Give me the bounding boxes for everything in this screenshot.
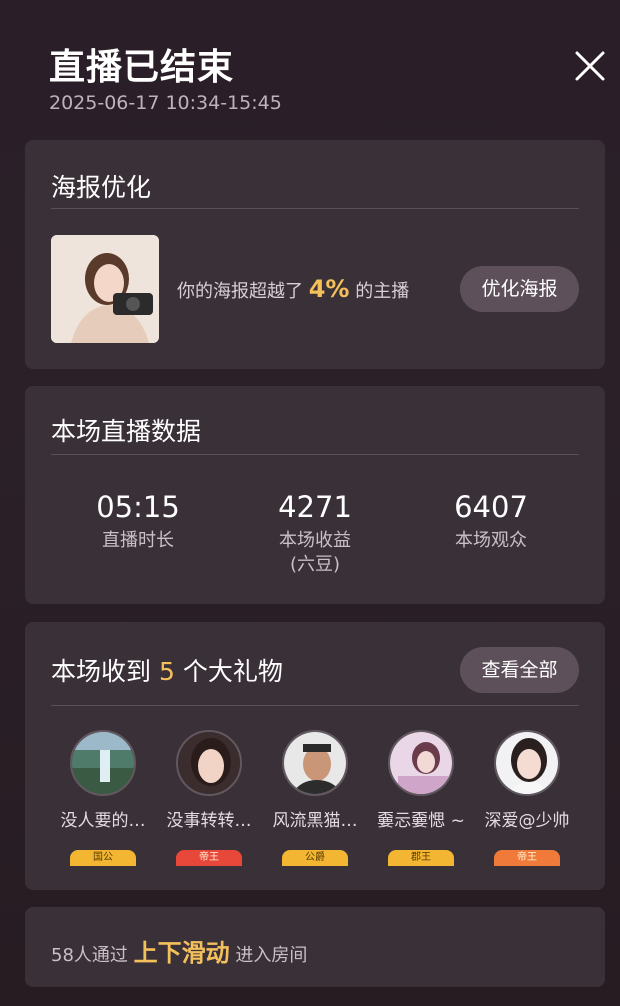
stat-unit: (六豆) — [289, 554, 341, 575]
poster-optimize-card: 海报优化 你的海报超越了 4% 的主播 优化海报 — [25, 140, 605, 369]
optimize-poster-button[interactable]: 优化海报 — [460, 266, 579, 312]
gift-sender[interactable]: 深爱@少帅 — [474, 730, 580, 831]
stats-heading: 本场直播数据 — [51, 417, 202, 446]
stat-value: 6407 — [454, 490, 528, 524]
rank-badge-label: 郡王 — [411, 852, 431, 863]
poster-percent: 4% — [308, 275, 350, 303]
enter-text-after: 进入房间 — [235, 945, 308, 966]
gifts-heading: 本场收到 5 个大礼物 — [51, 652, 283, 688]
poster-text-after: 的主播 — [355, 281, 410, 302]
gift-sender-name: 没人要的… — [60, 811, 146, 831]
stat-value: 05:15 — [96, 490, 180, 524]
avatar — [388, 730, 454, 796]
view-all-button[interactable]: 查看全部 — [460, 647, 579, 693]
divider — [51, 208, 579, 209]
avatar — [176, 730, 242, 796]
poster-text-before: 你的海报超越了 — [177, 281, 303, 302]
gift-sender[interactable]: 风流黑猫… — [262, 730, 368, 831]
stat-label: 直播时长 — [102, 530, 174, 551]
poster-heading: 海报优化 — [51, 173, 152, 202]
stat-duration: 05:15 直播时长 — [58, 489, 218, 553]
gift-sender[interactable]: 没事转转… — [156, 730, 262, 831]
gift-sender-name: 嫑忈嫑愢 ~ — [377, 811, 465, 831]
live-time-range: 2025-06-17 10:34-15:45 — [49, 92, 282, 114]
gift-sender[interactable]: 没人要的… — [50, 730, 156, 831]
poster-thumbnail[interactable] — [51, 235, 159, 343]
enter-highlight: 上下滑动 — [133, 939, 230, 967]
rank-badge: 郡王 — [388, 850, 454, 866]
stat-earnings: 4271 本场收益 (六豆) — [235, 489, 395, 577]
rank-badge: 帝王 — [494, 850, 560, 866]
divider — [51, 454, 579, 455]
rank-badge-label: 国公 — [93, 852, 113, 863]
avatar — [70, 730, 136, 796]
avatar — [494, 730, 560, 796]
header: 直播已结束 2025-06-17 10:34-15:45 — [0, 0, 620, 130]
gifts-heading-before: 本场收到 — [51, 657, 152, 686]
stat-label: 本场收益 — [279, 530, 351, 551]
rank-badge: 公爵 — [282, 850, 348, 866]
gift-sender-name: 没事转转… — [166, 811, 252, 831]
enter-text-before: 58人通过 — [51, 945, 128, 966]
gift-sender-name: 深爱@少帅 — [484, 811, 570, 831]
close-button[interactable] — [572, 48, 608, 84]
enter-room-text: 58人通过 上下滑动 进入房间 — [51, 933, 307, 968]
live-stats-card: 本场直播数据 05:15 直播时长 4271 本场收益 (六豆) 6407 本场… — [25, 386, 605, 604]
divider — [51, 705, 579, 706]
gift-sender[interactable]: 嫑忈嫑愢 ~ — [368, 730, 474, 831]
rank-badge: 国公 — [70, 850, 136, 866]
stat-value: 4271 — [278, 490, 352, 524]
gifts-heading-after: 个大礼物 — [182, 657, 283, 686]
page-title: 直播已结束 — [49, 47, 235, 88]
poster-image — [51, 235, 159, 343]
enter-room-card: 58人通过 上下滑动 进入房间 — [25, 907, 605, 987]
avatar — [282, 730, 348, 796]
poster-rank-text: 你的海报超越了 4% 的主播 — [177, 275, 409, 303]
gifts-count: 5 — [158, 657, 175, 686]
close-icon — [575, 51, 605, 81]
gifts-card: 本场收到 5 个大礼物 查看全部 没人要的… 没事转转… 风流黑猫… 嫑忈嫑愢 … — [25, 622, 605, 890]
rank-badge-label: 公爵 — [305, 852, 325, 863]
stat-viewers: 6407 本场观众 — [411, 489, 571, 553]
rank-badge-label: 帝王 — [517, 852, 537, 863]
rank-badge-label: 帝王 — [199, 852, 219, 863]
stat-label: 本场观众 — [455, 530, 527, 551]
rank-badge: 帝王 — [176, 850, 242, 866]
gift-sender-name: 风流黑猫… — [272, 811, 358, 831]
